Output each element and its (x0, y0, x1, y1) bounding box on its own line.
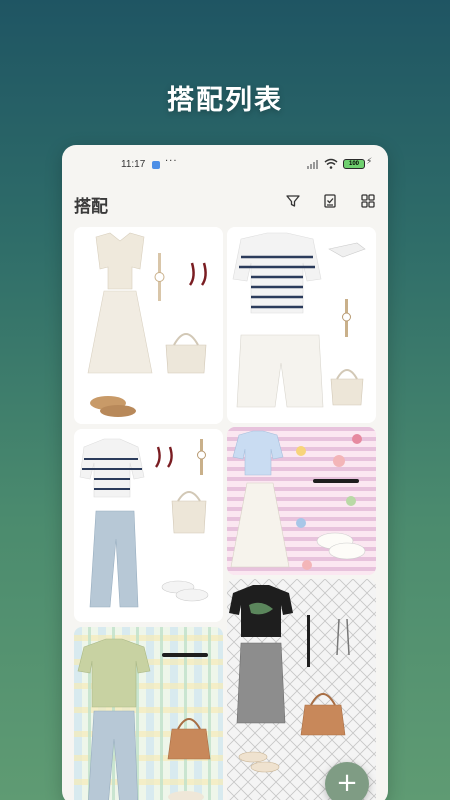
status-time: 11:17 (121, 159, 146, 170)
signal-icon (307, 160, 318, 169)
add-outfit-button[interactable]: + (325, 762, 369, 800)
page-title: 搭配 (74, 197, 108, 217)
outfit-image (74, 627, 223, 800)
outfit-card-3[interactable] (74, 429, 223, 622)
outfit-card-2[interactable] (227, 227, 376, 423)
status-bar: 11:17 ··· 100 ⚡ (62, 145, 388, 185)
outfit-image (227, 227, 376, 423)
notification-app-icon (152, 161, 160, 169)
select-icon[interactable] (322, 193, 338, 209)
filter-icon[interactable] (285, 193, 301, 209)
outfit-image (74, 227, 223, 424)
phone-screen: 11:17 ··· 100 ⚡ 搭配 + (62, 145, 388, 800)
grid-view-icon[interactable] (360, 193, 376, 209)
charging-icon: ⚡ (366, 157, 373, 167)
wifi-icon (324, 158, 338, 169)
outfit-image (74, 429, 223, 622)
outfit-card-1[interactable] (74, 227, 223, 424)
app-bar: 搭配 (62, 187, 388, 219)
outfit-card-4[interactable] (227, 427, 376, 575)
outfit-image (227, 427, 376, 575)
status-more-dots: ··· (165, 156, 178, 167)
banner-title: 搭配列表 (167, 85, 283, 116)
battery-icon: 100 (343, 159, 365, 169)
outfit-card-5[interactable] (74, 627, 223, 800)
